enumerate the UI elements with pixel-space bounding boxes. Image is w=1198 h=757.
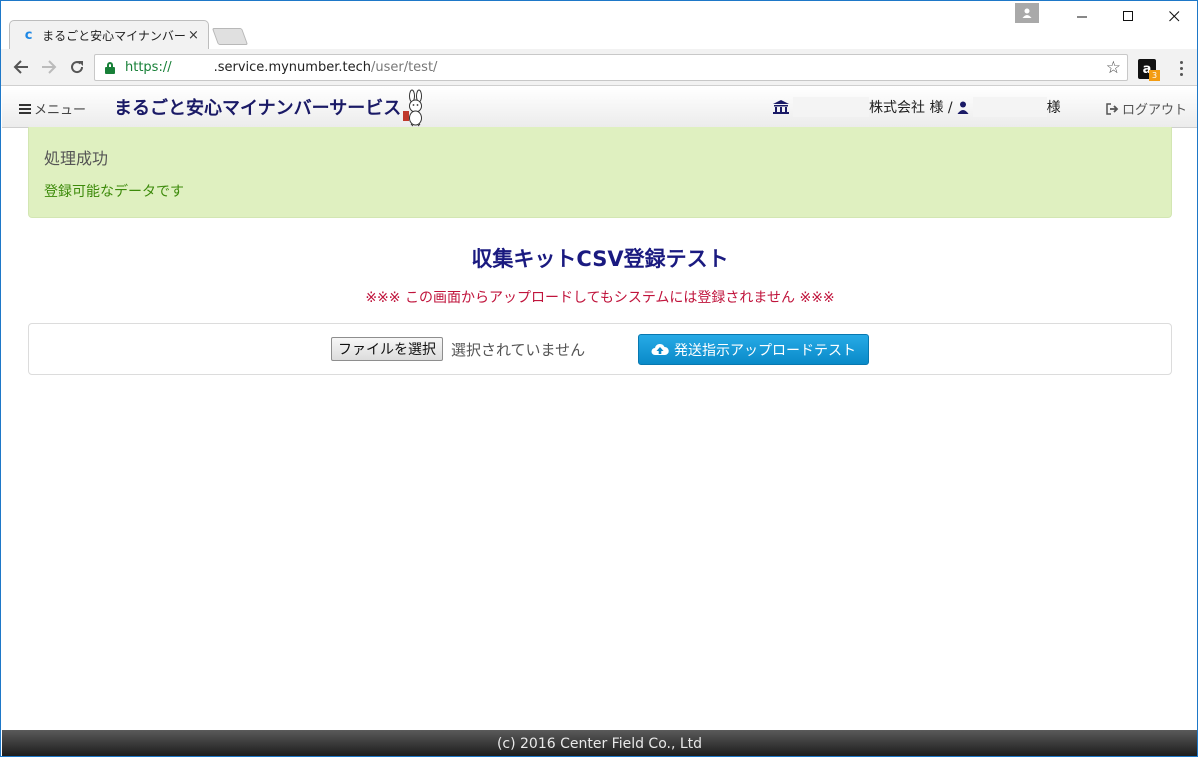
maximize-icon [1122, 10, 1133, 21]
hamburger-icon [19, 103, 31, 114]
company-suffix: 株式会社 様 / [869, 100, 953, 116]
minimize-icon [1076, 16, 1087, 17]
star-icon[interactable]: ☆ [1106, 58, 1121, 78]
file-status: 選択されていません [451, 341, 586, 359]
bank-icon [773, 100, 789, 114]
maximize-button[interactable] [1105, 1, 1151, 31]
choose-file-button[interactable]: ファイルを選択 [331, 337, 443, 361]
success-alert: 処理成功 登録可能なデータです [28, 127, 1172, 218]
minimize-button[interactable] [1059, 1, 1105, 31]
sign-out-icon [1106, 102, 1119, 115]
url-host: .service.mynumber.tech [213, 60, 371, 75]
cloud-upload-icon [651, 343, 669, 355]
warning-text: ※※※ この画面からアップロードしてもシステムには登録されません ※※※ [365, 290, 835, 306]
arrow-left-icon [13, 60, 28, 74]
arrow-right-icon [42, 60, 57, 74]
reload-icon [71, 61, 84, 74]
alert-message: 登録可能なデータです [44, 184, 184, 200]
company-name-redacted [793, 97, 869, 117]
upload-test-button[interactable]: 発送指示アップロードテスト [638, 334, 869, 365]
extension-badge: 3 [1149, 70, 1160, 81]
tab-close-icon[interactable]: × [186, 28, 201, 43]
close-icon [1168, 10, 1179, 21]
menu-button[interactable]: メニュー [19, 99, 86, 118]
forward-button[interactable] [35, 53, 63, 81]
back-button[interactable] [7, 53, 35, 81]
window-controls [1015, 1, 1197, 33]
reload-button[interactable] [63, 53, 91, 81]
lock-icon [105, 62, 115, 74]
tab-title: まるごと安心マイナンバー [42, 28, 186, 43]
alert-title: 処理成功 [44, 149, 109, 168]
rabbit-mascot-icon [403, 89, 422, 127]
user-suffix: 様 [1046, 100, 1061, 116]
browser-window: c まるごと安心マイナンバー × https:// .service.mynum… [0, 0, 1198, 757]
new-tab-button[interactable] [211, 28, 249, 45]
url-path: /user/test/ [370, 60, 438, 75]
address-bar[interactable]: https:// .service.mynumber.tech /user/te… [94, 54, 1128, 81]
logout-label: ログアウト [1122, 103, 1188, 118]
logout-button[interactable]: ログアウト [1106, 99, 1187, 118]
url-scheme: https:// [125, 60, 172, 75]
account-info: 株式会社 様 / 様 [773, 97, 1061, 117]
upload-button-label: 発送指示アップロードテスト [674, 342, 856, 359]
profile-button[interactable] [1015, 3, 1039, 23]
upload-panel: ファイルを選択 選択されていません 発送指示アップロードテスト [28, 323, 1172, 375]
user-icon [957, 101, 969, 114]
browser-tab-content[interactable]: c まるごと安心マイナンバー × [15, 21, 205, 49]
browser-toolbar: https:// .service.mynumber.tech /user/te… [1, 49, 1197, 86]
page-title: 収集キットCSV登録テスト [471, 247, 729, 271]
user-name-redacted [972, 97, 1047, 117]
brand-title[interactable]: まるごと安心マイナンバーサービス [114, 94, 401, 120]
app-navbar: メニュー まるごと安心マイナンバーサービス 株式会社 様 / 様 ログアウト [2, 87, 1197, 128]
tab-strip: c まるごと安心マイナンバー × [1, 1, 1197, 49]
browser-menu-icon[interactable] [1173, 58, 1189, 78]
footer-copyright: (c) 2016 Center Field Co., Ltd [496, 735, 703, 752]
close-window-button[interactable] [1151, 1, 1197, 31]
favicon-icon: c [24, 27, 33, 43]
menu-label: メニュー [34, 103, 87, 118]
footer: (c) 2016 Center Field Co., Ltd [2, 730, 1197, 756]
person-icon [1022, 8, 1032, 18]
